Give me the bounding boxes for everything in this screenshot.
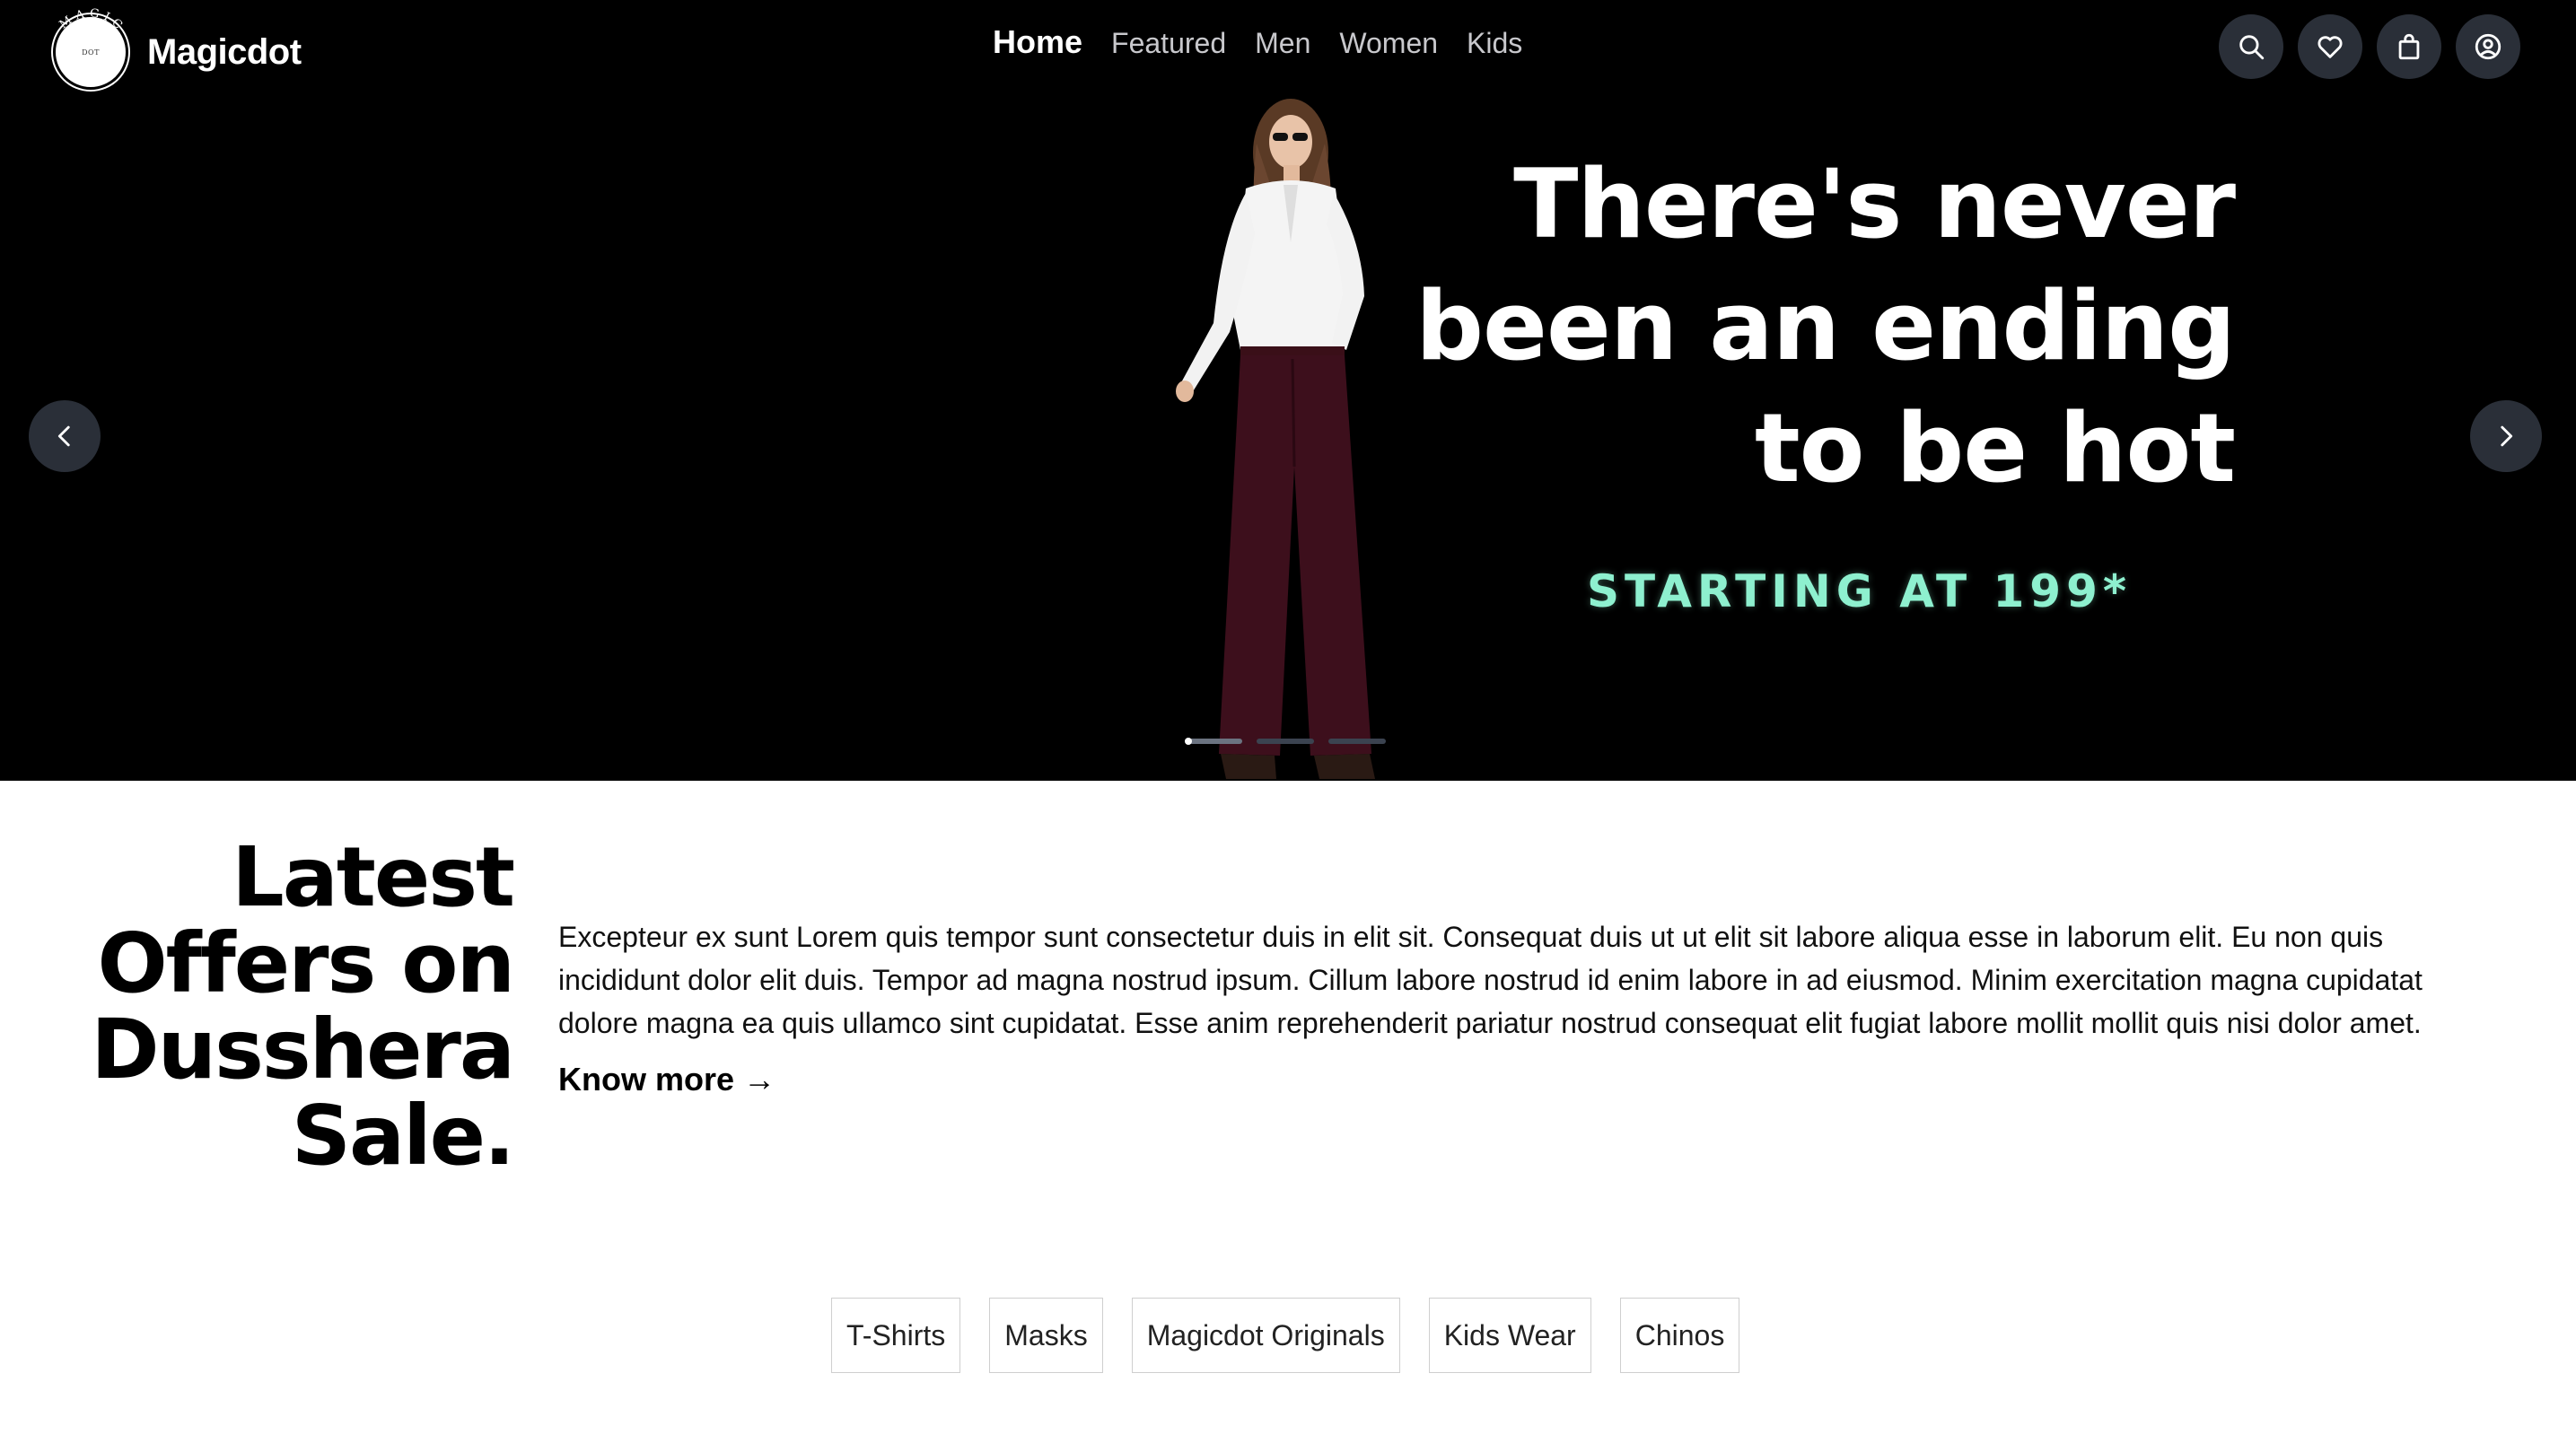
hero-headline: There's never been an ending to be hot	[1415, 149, 2236, 503]
heart-icon	[2318, 36, 2343, 58]
nav-home[interactable]: Home	[993, 23, 1082, 61]
nav-kids[interactable]: Kids	[1467, 27, 1522, 60]
wishlist-button[interactable]	[2298, 14, 2362, 79]
header-actions	[2219, 14, 2520, 79]
main-nav: Home Featured Men Women Kids	[993, 23, 1522, 74]
offers-section: Latest Offers on Dusshera Sale. Excepteu…	[0, 781, 2576, 1452]
hero-promo-text: STARTING AT 199*	[1587, 565, 2133, 617]
nav-women[interactable]: Women	[1339, 27, 1438, 60]
search-button[interactable]	[2219, 14, 2283, 79]
category-magicdot-originals[interactable]: Magicdot Originals	[1131, 1298, 1400, 1373]
offers-title: Latest Offers on Dusshera Sale.	[91, 829, 515, 1184]
category-tshirts[interactable]: T-Shirts	[831, 1298, 961, 1373]
brand-name: Magicdot	[147, 31, 302, 72]
offers-description: Excepteur ex sunt Lorem quis tempor sunt…	[558, 921, 2423, 1039]
chevron-left-icon	[57, 425, 70, 447]
carousel-prev-button[interactable]	[29, 400, 101, 472]
category-list: T-Shirts Masks Magicdot Originals Kids W…	[831, 1298, 1740, 1373]
nav-men[interactable]: Men	[1255, 27, 1310, 60]
carousel-indicator-2[interactable]	[1257, 739, 1314, 744]
bag-icon	[2398, 33, 2420, 60]
category-chinos[interactable]: Chinos	[1619, 1298, 1740, 1373]
cart-button[interactable]	[2377, 14, 2441, 79]
hero-carousel: There's never been an ending to be hot S…	[0, 0, 2576, 781]
know-more-link[interactable]: Know more →	[558, 1061, 775, 1098]
carousel-indicator-3[interactable]	[1328, 739, 1386, 744]
carousel-slide: There's never been an ending to be hot S…	[0, 0, 2576, 781]
logo-inner-text: DOT	[82, 48, 100, 57]
search-icon	[2239, 35, 2265, 60]
carousel-indicators	[1185, 739, 1386, 744]
category-kids-wear[interactable]: Kids Wear	[1428, 1298, 1591, 1373]
brand-logo: MAGIC DOT	[56, 6, 126, 87]
carousel-next-button[interactable]	[2470, 400, 2542, 472]
category-masks[interactable]: Masks	[989, 1298, 1103, 1373]
chevron-right-icon	[2501, 425, 2513, 447]
nav-featured[interactable]: Featured	[1111, 27, 1226, 60]
account-button[interactable]	[2456, 14, 2520, 79]
user-icon	[2475, 33, 2502, 60]
brand[interactable]: MAGIC DOT Magicdot	[56, 6, 302, 88]
carousel-indicator-1[interactable]	[1185, 739, 1242, 744]
